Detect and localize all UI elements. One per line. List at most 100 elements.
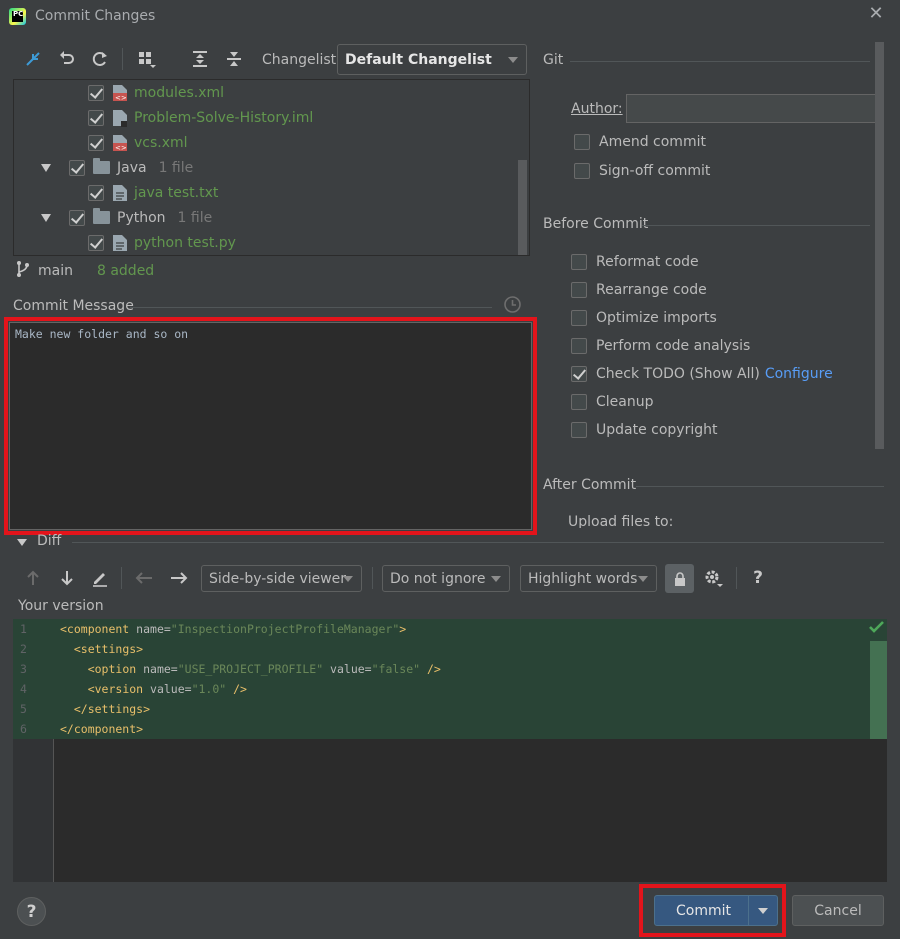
next-difference-icon[interactable] <box>56 567 78 589</box>
checkbox[interactable] <box>571 422 587 438</box>
tree-row-iml[interactable]: Problem-Solve-History.iml <box>88 105 313 130</box>
options-scrollbar[interactable] <box>875 42 884 449</box>
checkbox[interactable] <box>88 234 104 251</box>
checkbox[interactable] <box>574 134 590 150</box>
reformat-code-option[interactable]: Reformat code <box>571 254 699 270</box>
forward-icon[interactable] <box>168 567 190 589</box>
author-input[interactable] <box>626 94 880 123</box>
code-line: 6 </component> <box>13 719 887 739</box>
option-label: Amend commit <box>599 134 706 150</box>
checkbox[interactable] <box>571 394 587 410</box>
collapse-arrow-icon[interactable] <box>17 539 27 546</box>
line-number: 5 <box>20 702 27 716</box>
ignore-value: Do not ignore <box>390 570 486 587</box>
history-icon[interactable] <box>503 295 522 318</box>
tree-row-modules-xml[interactable]: <> modules.xml <box>88 80 224 105</box>
xml-attr-name: value= <box>323 662 372 676</box>
expand-arrow-icon[interactable] <box>41 213 51 222</box>
option-label: Rearrange code <box>596 282 707 298</box>
checkbox[interactable] <box>571 282 587 298</box>
rearrange-code-option[interactable]: Rearrange code <box>571 282 707 298</box>
xml-tag-close: > <box>136 642 144 656</box>
show-diff-icon[interactable] <box>22 48 44 70</box>
previous-difference-icon[interactable] <box>22 567 44 589</box>
checkbox[interactable] <box>88 84 104 101</box>
tree-item-label: Problem-Solve-History.iml <box>134 109 314 126</box>
tree-folder-count: 1 file <box>158 159 194 176</box>
checkbox[interactable] <box>571 254 587 270</box>
tree-row-vcs-xml[interactable]: <> vcs.xml <box>88 130 188 155</box>
checkbox[interactable] <box>88 134 104 151</box>
branch-icon <box>16 260 30 282</box>
help-button[interactable]: ? <box>17 897 46 926</box>
tree-item-label: vcs.xml <box>134 134 188 151</box>
divider <box>636 486 884 487</box>
diff-editor[interactable]: 1 <component name="InspectionProjectProfi… <box>13 619 887 882</box>
update-copyright-option[interactable]: Update copyright <box>571 422 717 438</box>
cleanup-option[interactable]: Cleanup <box>571 394 654 410</box>
signoff-commit-option[interactable]: Sign-off commit <box>574 163 710 179</box>
commit-button[interactable]: Commit <box>654 895 778 926</box>
ignore-whitespace-select[interactable]: Do not ignore <box>382 565 510 592</box>
branch-name[interactable]: main <box>38 263 73 279</box>
tree-row-java-folder[interactable]: Java 1 file <box>41 155 193 180</box>
svg-text:<>: <> <box>115 144 127 152</box>
tree-row-python-folder[interactable]: Python 1 file <box>41 205 212 230</box>
settings-gear-icon[interactable] <box>702 567 724 589</box>
divider <box>130 307 492 308</box>
folder-icon <box>93 158 110 174</box>
xml-attr-name: name= <box>136 662 178 676</box>
option-label: Perform code analysis <box>596 338 751 354</box>
xml-file-icon: <> <box>112 134 127 152</box>
expand-all-icon[interactable] <box>189 48 211 70</box>
amend-commit-option[interactable]: Amend commit <box>574 134 706 150</box>
checkbox[interactable] <box>88 109 104 126</box>
checkbox[interactable] <box>69 159 85 176</box>
edit-source-icon[interactable] <box>89 567 111 589</box>
viewer-mode-select[interactable]: Side-by-side viewer <box>201 565 362 592</box>
optimize-imports-option[interactable]: Optimize imports <box>571 310 717 326</box>
code-line: 3 <option name="USE_PROJECT_PROFILE" val… <box>13 659 887 679</box>
code-text: </settings> <box>60 699 150 719</box>
lock-icon[interactable] <box>665 564 694 593</box>
help-question-icon[interactable]: ? <box>747 567 769 589</box>
checkbox[interactable] <box>69 209 85 226</box>
group-by-icon[interactable] <box>136 48 158 70</box>
close-icon[interactable]: ✕ <box>866 4 886 24</box>
changes-tree[interactable]: <> modules.xml Problem-Solve-History.iml… <box>13 79 530 256</box>
option-label: Optimize imports <box>596 310 717 326</box>
collapse-all-icon[interactable] <box>223 48 245 70</box>
refresh-icon[interactable] <box>89 48 111 70</box>
toolbar-separator <box>372 567 373 589</box>
commit-message-input[interactable]: Make new folder and so on <box>4 317 537 535</box>
checkbox[interactable] <box>571 338 587 354</box>
check-icon <box>869 620 884 637</box>
checkbox[interactable] <box>571 310 587 326</box>
xml-tag-close: > <box>143 702 151 716</box>
chevron-down-icon <box>491 575 501 582</box>
code-line: 2 <settings> <box>13 639 887 659</box>
tree-scrollbar[interactable] <box>518 160 527 255</box>
highlight-select[interactable]: Highlight words <box>520 565 657 592</box>
commit-dropdown-icon[interactable] <box>749 907 777 914</box>
xml-attr-value: "USE_PROJECT_PROFILE" <box>177 662 324 676</box>
changelist-value: Default Changelist <box>345 51 492 68</box>
checkbox[interactable] <box>571 366 587 382</box>
check-todo-option[interactable]: Check TODO (Show All) Configure <box>571 366 833 382</box>
changelist-select[interactable]: Default Changelist <box>337 44 527 75</box>
before-commit-title: Before Commit <box>543 216 649 232</box>
configure-link[interactable]: Configure <box>765 366 833 382</box>
tree-row-java-test[interactable]: java test.txt <box>88 180 218 205</box>
rollback-icon[interactable] <box>56 48 78 70</box>
option-label: Reformat code <box>596 254 699 270</box>
code-analysis-option[interactable]: Perform code analysis <box>571 338 750 354</box>
checkbox[interactable] <box>88 184 104 201</box>
cancel-button[interactable]: Cancel <box>792 895 884 926</box>
expand-arrow-icon[interactable] <box>41 163 51 172</box>
tree-row-python-test[interactable]: python test.py <box>88 230 236 255</box>
checkbox[interactable] <box>574 163 590 179</box>
option-label: Sign-off commit <box>599 163 711 179</box>
back-icon[interactable] <box>133 567 155 589</box>
